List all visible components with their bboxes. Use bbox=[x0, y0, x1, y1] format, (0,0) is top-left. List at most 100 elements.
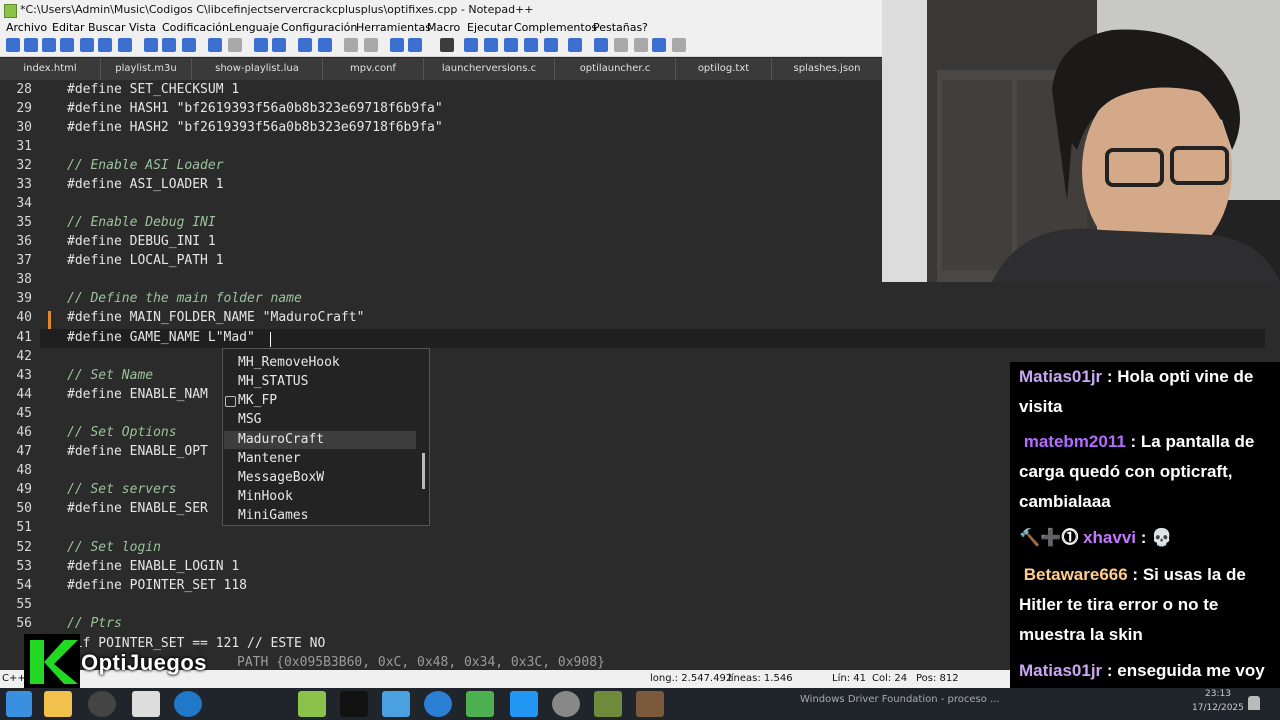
line-number: 55 bbox=[16, 597, 32, 612]
autocomplete-item[interactable]: MSG bbox=[238, 412, 261, 427]
sync-vertical-icon[interactable] bbox=[344, 38, 358, 52]
line-number: 51 bbox=[16, 520, 32, 535]
undo-icon[interactable] bbox=[208, 38, 222, 52]
menu-pestanas[interactable]: Pestañas bbox=[593, 20, 642, 36]
stop-macro-icon[interactable] bbox=[614, 38, 628, 52]
chrome-icon[interactable] bbox=[424, 691, 452, 717]
code-line: #define ENABLE_NAM bbox=[67, 387, 208, 402]
zoom-out-icon[interactable] bbox=[318, 38, 332, 52]
code-comment: // Define the main folder name bbox=[67, 291, 302, 306]
save-icon[interactable] bbox=[42, 38, 56, 52]
chat-text: 💀 bbox=[1151, 528, 1173, 547]
notepadpp-taskbar-icon[interactable] bbox=[298, 691, 326, 717]
tab-playlist-m3u[interactable]: playlist.m3u bbox=[101, 58, 192, 80]
windows-start-icon[interactable] bbox=[6, 691, 32, 717]
tab-index-html[interactable]: index.html bbox=[0, 58, 101, 80]
word-wrap-icon[interactable] bbox=[390, 38, 404, 52]
autocomplete-item[interactable]: MiniGames bbox=[238, 508, 308, 523]
run-macro-multiple-icon[interactable] bbox=[652, 38, 666, 52]
autocomplete-item[interactable]: MK_FP bbox=[238, 393, 277, 408]
language-icon[interactable] bbox=[464, 38, 478, 52]
status-column: Col: 24 bbox=[872, 673, 908, 684]
obs-icon[interactable] bbox=[88, 691, 116, 717]
print-icon[interactable] bbox=[118, 38, 132, 52]
autocomplete-item[interactable]: MH_STATUS bbox=[238, 374, 308, 389]
cut-icon[interactable] bbox=[144, 38, 158, 52]
line-number: 37 bbox=[16, 253, 32, 268]
close-icon[interactable] bbox=[80, 38, 94, 52]
line-number: 32 bbox=[16, 158, 32, 173]
show-all-chars-icon[interactable] bbox=[408, 38, 422, 52]
tab-label: mpv.conf bbox=[350, 63, 396, 74]
replace-icon[interactable] bbox=[272, 38, 286, 52]
tab-launcherversions-c[interactable]: launcherversions.c bbox=[424, 58, 555, 80]
save-all-icon[interactable] bbox=[60, 38, 74, 52]
zoom-in-icon[interactable] bbox=[298, 38, 312, 52]
tab-optilauncher-c[interactable]: optilauncher.c bbox=[555, 58, 676, 80]
doc-map-icon[interactable] bbox=[544, 38, 558, 52]
r-app-icon[interactable] bbox=[466, 691, 494, 717]
tab-label: launcherversions.c bbox=[441, 63, 537, 74]
autocomplete-scrollbar[interactable] bbox=[422, 453, 425, 489]
tab-mpv-conf[interactable]: mpv.conf bbox=[323, 58, 424, 80]
webcam-image bbox=[882, 0, 1280, 282]
sync-horizontal-icon[interactable] bbox=[364, 38, 378, 52]
indent-guide-icon[interactable] bbox=[440, 38, 454, 52]
autocomplete-item[interactable]: MessageBoxW bbox=[238, 470, 324, 485]
redo-icon[interactable] bbox=[228, 38, 242, 52]
autocomplete-item[interactable]: MinHook bbox=[238, 489, 293, 504]
menu-archivo[interactable]: Archivo bbox=[6, 20, 47, 36]
save-macro-icon[interactable] bbox=[672, 38, 686, 52]
menu-complementos[interactable]: Complementos bbox=[514, 20, 597, 36]
autocomplete-popup[interactable]: MH_RemoveHook MH_STATUS MK_FP MSG Maduro… bbox=[222, 348, 430, 526]
menu-editar[interactable]: Editar bbox=[52, 20, 85, 36]
file-explorer-icon[interactable] bbox=[44, 691, 72, 717]
record-macro-icon[interactable] bbox=[594, 38, 608, 52]
copy-icon[interactable] bbox=[162, 38, 176, 52]
folder-as-workspace-icon[interactable] bbox=[524, 38, 538, 52]
clock-time[interactable]: 23:13 bbox=[1205, 689, 1231, 699]
menu-lenguaje[interactable]: Lenguaje bbox=[229, 20, 279, 36]
menu-buscar[interactable]: Buscar bbox=[88, 20, 126, 36]
monitor-icon[interactable] bbox=[568, 38, 582, 52]
line-number: 52 bbox=[16, 540, 32, 555]
line-number-gutter: 28 29 30 31 32 33 34 35 36 37 38 39 40 4… bbox=[0, 80, 40, 670]
browser-icon[interactable] bbox=[174, 691, 202, 717]
autocomplete-item-selected[interactable]: MaduroCraft bbox=[238, 432, 324, 447]
menu-vista[interactable]: Vista bbox=[129, 20, 156, 36]
app-icon[interactable] bbox=[382, 691, 410, 717]
new-file-icon[interactable] bbox=[6, 38, 20, 52]
menu-help[interactable]: ? bbox=[642, 20, 648, 36]
menu-codificacion[interactable]: Codificación bbox=[162, 20, 229, 36]
chat-username: Matias01jr bbox=[1019, 661, 1103, 680]
tab-label: playlist.m3u bbox=[115, 63, 177, 74]
menu-herramientas[interactable]: Herramientas bbox=[356, 20, 431, 36]
7zip-icon[interactable] bbox=[132, 691, 160, 717]
vscode-icon[interactable] bbox=[510, 691, 538, 717]
taskbar-notification[interactable]: Windows Driver Foundation - proceso ... bbox=[800, 694, 1000, 705]
line-number: 35 bbox=[16, 215, 32, 230]
autocomplete-item[interactable]: Mantener bbox=[238, 451, 301, 466]
tab-show-playlist-lua[interactable]: show-playlist.lua bbox=[192, 58, 323, 80]
menu-ejecutar[interactable]: Ejecutar bbox=[467, 20, 512, 36]
settings-icon[interactable] bbox=[552, 691, 580, 717]
menu-configuracion[interactable]: Configuración bbox=[281, 20, 357, 36]
autocomplete-item[interactable]: MH_RemoveHook bbox=[238, 355, 340, 370]
close-all-icon[interactable] bbox=[98, 38, 112, 52]
paste-icon[interactable] bbox=[182, 38, 196, 52]
tab-optilog-txt[interactable]: optilog.txt bbox=[676, 58, 772, 80]
map-icon[interactable] bbox=[484, 38, 498, 52]
open-file-icon[interactable] bbox=[24, 38, 38, 52]
terminal-icon[interactable] bbox=[340, 691, 368, 717]
find-icon[interactable] bbox=[254, 38, 268, 52]
line-number: 50 bbox=[16, 501, 32, 516]
minecraft-launcher-icon[interactable] bbox=[636, 691, 664, 717]
play-macro-icon[interactable] bbox=[634, 38, 648, 52]
window-title: *C:\Users\Admin\Music\Codigos C\libcefin… bbox=[20, 3, 534, 16]
menu-macro[interactable]: Macro bbox=[427, 20, 460, 36]
notification-bell-icon[interactable] bbox=[1248, 696, 1260, 710]
function-list-icon[interactable] bbox=[504, 38, 518, 52]
clock-date[interactable]: 17/12/2025 bbox=[1192, 703, 1244, 713]
tab-splashes-json[interactable]: splashes.json bbox=[772, 58, 882, 80]
minecraft-icon[interactable] bbox=[594, 691, 622, 717]
